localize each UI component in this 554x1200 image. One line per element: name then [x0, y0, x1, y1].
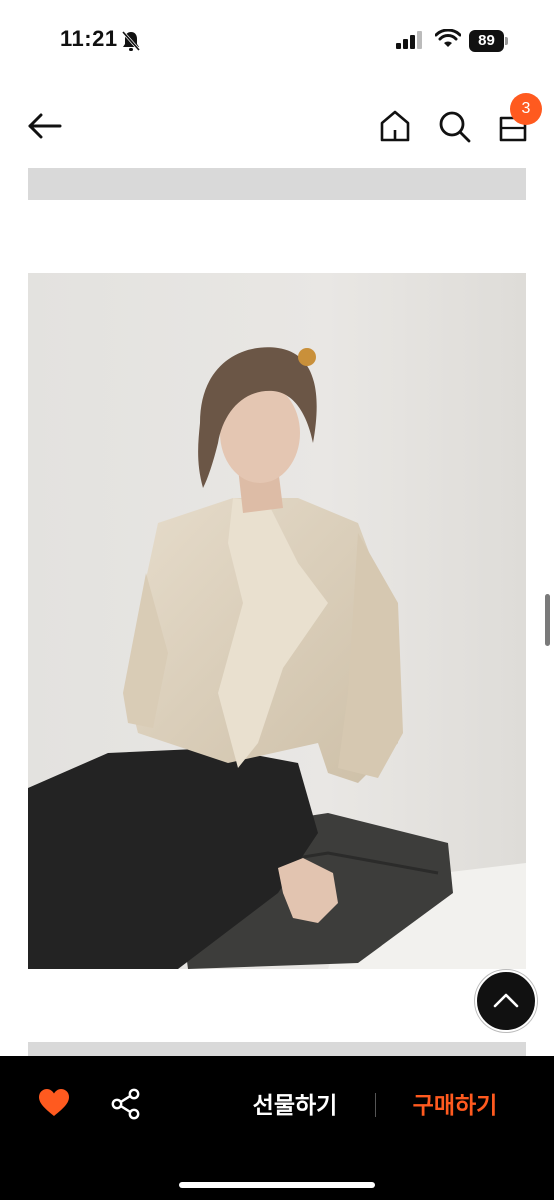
- battery-level: 89: [469, 30, 504, 52]
- status-bar: 11:21 89: [0, 0, 554, 84]
- scroll-indicator[interactable]: [545, 594, 550, 646]
- back-arrow-icon[interactable]: [26, 108, 64, 144]
- battery-indicator: 89: [469, 30, 509, 52]
- search-icon[interactable]: [436, 108, 472, 144]
- scroll-to-top-button[interactable]: [475, 970, 537, 1032]
- bell-muted-icon: [121, 31, 141, 51]
- buy-button[interactable]: 구매하기: [390, 1086, 520, 1124]
- status-time: 11:21: [60, 26, 118, 51]
- image-placeholder-top: [28, 168, 526, 200]
- battery-tip: [505, 37, 508, 45]
- heart-icon[interactable]: [38, 1088, 70, 1118]
- cart-count-badge[interactable]: 3: [510, 93, 542, 125]
- home-indicator[interactable]: [179, 1182, 375, 1188]
- product-image: [28, 273, 526, 969]
- button-divider: [375, 1093, 376, 1117]
- gift-button[interactable]: 선물하기: [230, 1086, 360, 1124]
- cellular-signal-icon: [396, 31, 422, 49]
- wifi-icon: [435, 29, 461, 47]
- bottom-action-bar: 선물하기 구매하기: [0, 1056, 554, 1200]
- chevron-up-icon: [493, 993, 519, 1008]
- top-navigation: [0, 90, 554, 162]
- home-icon[interactable]: [378, 108, 412, 144]
- model-photo: [28, 273, 526, 969]
- image-placeholder-bottom: [28, 1042, 526, 1056]
- share-icon[interactable]: [110, 1088, 142, 1120]
